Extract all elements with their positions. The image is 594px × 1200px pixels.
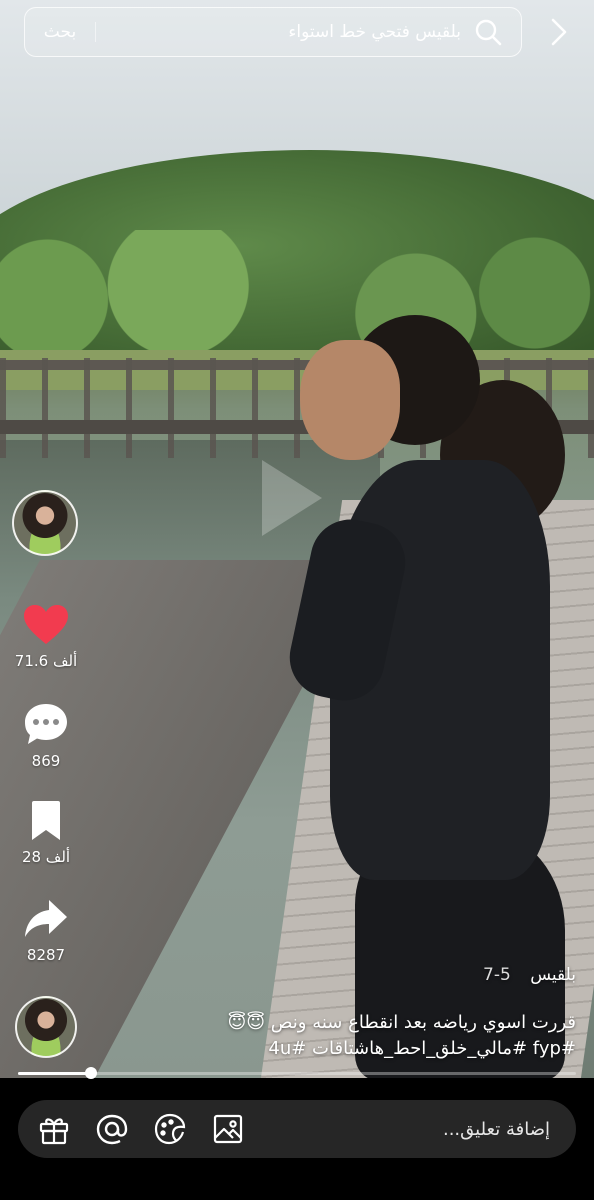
comment-placeholder: إضافة تعليق... xyxy=(442,1118,550,1140)
image-icon[interactable] xyxy=(210,1111,246,1147)
like-count: 71.6 ألف xyxy=(14,652,78,670)
share-count: 8287 xyxy=(26,946,66,964)
caption-text: قررت اسوي رياضه بعد انقطاع سنه ونص 😇😇 #f… xyxy=(156,1010,576,1062)
video-player[interactable] xyxy=(0,0,594,1078)
emoji-icon[interactable] xyxy=(152,1111,188,1147)
comment-button[interactable]: 869 xyxy=(10,702,82,770)
play-icon[interactable] xyxy=(262,460,322,536)
search-icon xyxy=(471,15,505,49)
save-button[interactable]: 28 ألف xyxy=(10,800,82,866)
sound-avatar[interactable] xyxy=(15,996,77,1058)
comment-tools xyxy=(18,1111,246,1147)
caption-header: بلقيس 5-7 xyxy=(156,965,576,985)
comment-input[interactable]: إضافة تعليق... xyxy=(18,1100,576,1158)
username[interactable]: بلقيس xyxy=(530,965,576,985)
video-progress-bar[interactable] xyxy=(18,1067,576,1079)
save-count: 28 ألف xyxy=(21,848,71,866)
mention-icon[interactable] xyxy=(94,1111,130,1147)
back-button[interactable] xyxy=(544,14,574,50)
heart-icon xyxy=(24,605,68,644)
bottom-bar: إضافة تعليق... xyxy=(0,1086,594,1200)
scene-trees xyxy=(0,230,594,370)
caption-hashtags[interactable]: #fyp #مالي_خلق_احط_هاشتاقات #4u xyxy=(156,1036,576,1062)
share-button[interactable]: 8287 xyxy=(10,898,82,964)
bookmark-icon xyxy=(32,801,60,840)
caption-line-1: قررت اسوي رياضه بعد انقطاع سنه ونص 😇😇 xyxy=(227,1012,576,1033)
gift-icon[interactable] xyxy=(36,1111,72,1147)
creator-avatar[interactable] xyxy=(12,490,78,556)
like-button[interactable]: 71.6 ألف xyxy=(10,604,82,670)
share-icon xyxy=(25,900,67,937)
progress-fill xyxy=(18,1072,91,1075)
part-label: 5-7 xyxy=(483,965,511,985)
search-input[interactable]: بلقيس فتحي خط استواء xyxy=(96,22,471,42)
person-face xyxy=(300,340,400,460)
search-bar[interactable]: بحث بلقيس فتحي خط استواء xyxy=(24,7,522,57)
chevron-right-icon xyxy=(551,18,567,46)
comment-count: 869 xyxy=(31,752,61,770)
search-button[interactable]: بحث xyxy=(25,22,96,42)
comment-icon xyxy=(25,704,67,744)
progress-handle[interactable] xyxy=(84,1067,97,1079)
video-screen: بحث بلقيس فتحي خط استواء 71.6 ألف 869 28… xyxy=(0,0,594,1200)
